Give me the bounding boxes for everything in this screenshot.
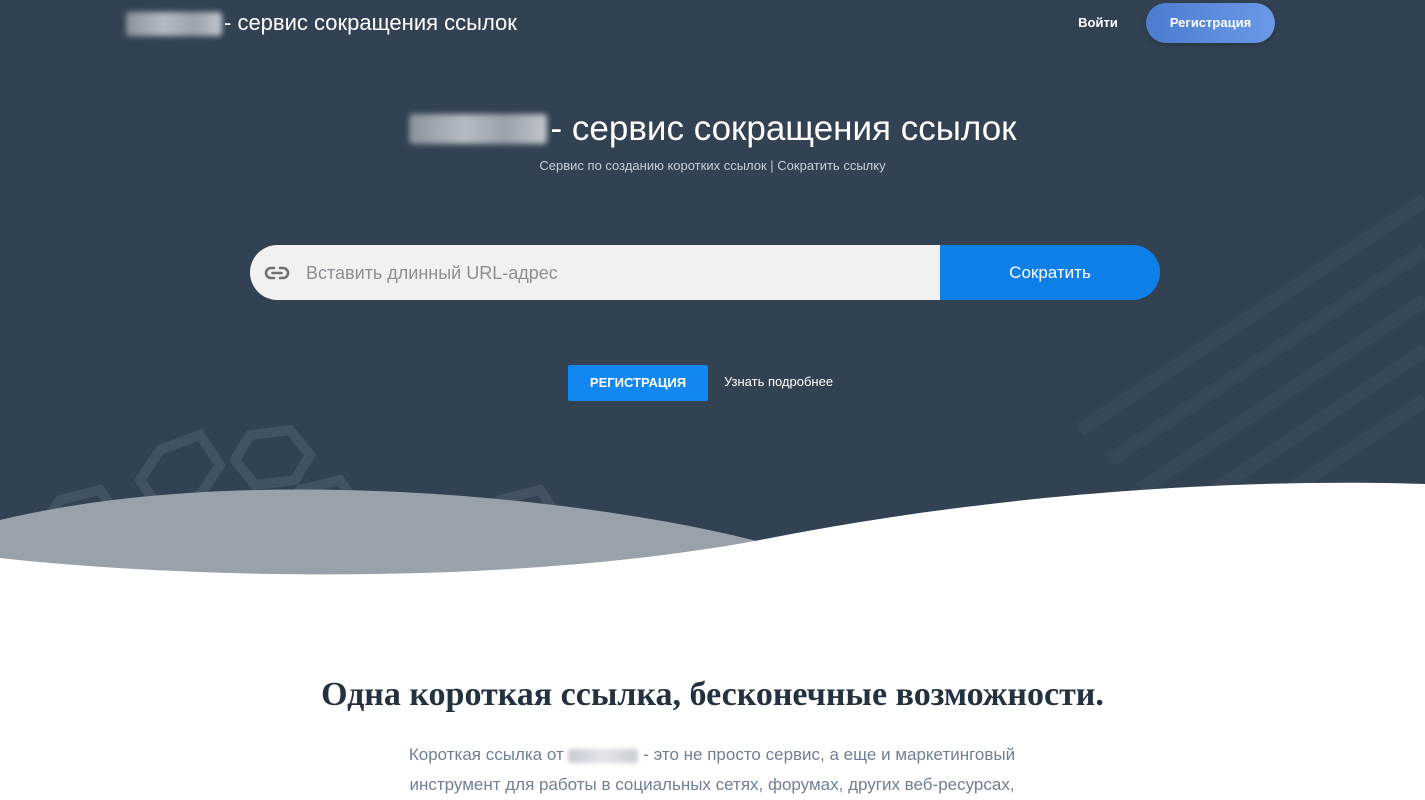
section-text-part2: - это не просто сервис, а еще и маркетин…	[643, 745, 1016, 764]
site-name-blurred	[126, 12, 222, 37]
shorten-form: Сократить	[250, 245, 1160, 300]
hero-title: - сервис сокращения ссылок	[0, 108, 1425, 150]
section-text-line1: Короткая ссылка от - это не просто серви…	[362, 740, 1062, 770]
header-title-text: - сервис сокращения ссылок	[224, 10, 517, 35]
link-icon	[264, 266, 290, 280]
section-text: Короткая ссылка от - это не просто серви…	[362, 740, 1062, 800]
brand-name-blurred	[568, 748, 639, 763]
learn-more-link[interactable]: Узнать подробнее	[724, 374, 833, 390]
hero-subtitle: Сервис по созданию коротких ссылок | Сок…	[539, 158, 886, 173]
url-input-box[interactable]	[250, 245, 940, 300]
hero-section: - сервис сокращения ссылок Войти Регистр…	[0, 0, 1425, 580]
site-name-blurred	[408, 113, 547, 144]
register-cta-button[interactable]: РЕГИСТРАЦИЯ	[568, 365, 708, 401]
section-title: Одна короткая ссылка, бесконечные возмож…	[321, 676, 1104, 713]
shorten-button[interactable]: Сократить	[940, 245, 1160, 300]
url-input[interactable]	[304, 245, 928, 300]
header-title[interactable]: - сервис сокращения ссылок	[126, 9, 517, 37]
login-link[interactable]: Войти	[1060, 14, 1136, 32]
hero-wave	[0, 482, 1425, 580]
register-button-header[interactable]: Регистрация	[1146, 3, 1275, 43]
section-text-part1: Короткая ссылка от	[408, 745, 564, 764]
hero-title-text: - сервис сокращения ссылок	[550, 109, 1017, 148]
section-text-line2: инструмент для работы в социальных сетях…	[409, 775, 1015, 794]
